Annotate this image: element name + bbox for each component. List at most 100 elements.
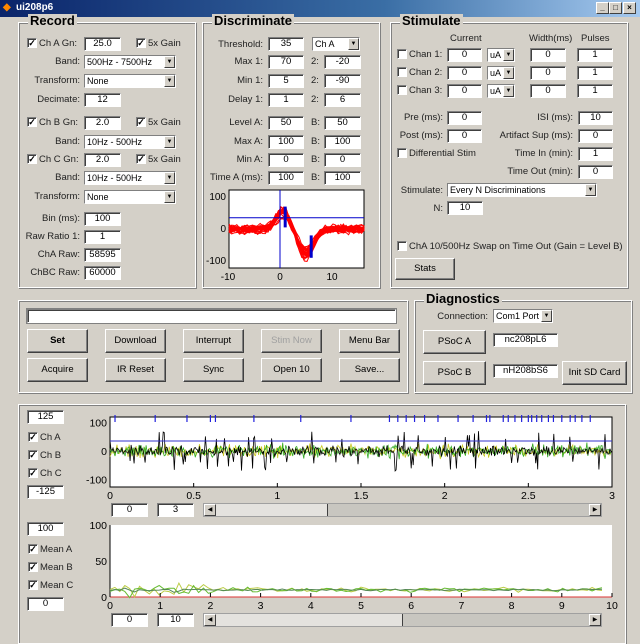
field-psoc-a[interactable]: nc208pL6 <box>493 333 558 347</box>
set-button[interactable]: Set <box>27 329 88 353</box>
field-artifact-sup[interactable]: 0 <box>578 129 613 143</box>
checkbox-differential-stim[interactable] <box>397 148 407 158</box>
checkbox-chan-2[interactable] <box>397 67 407 77</box>
field-raw-plot-to[interactable]: 3 <box>157 503 194 517</box>
field-discrim-a[interactable]: 70 <box>268 55 304 69</box>
field-width-chan-3[interactable]: 0 <box>530 84 566 98</box>
sync-button[interactable]: Sync <box>183 358 244 382</box>
select-stimulate-mode[interactable]: Every N Discriminations ▼ <box>447 183 597 197</box>
save-button[interactable]: Save... <box>339 358 400 382</box>
field-mean-plot-to[interactable]: 10 <box>157 613 194 627</box>
scroll-right-arrow-icon[interactable]: ▶ <box>589 614 601 626</box>
checkbox-mean-b[interactable]: ✓ <box>28 562 38 572</box>
psoc-b-button[interactable]: PSoC B <box>423 361 486 385</box>
field-discrim-a[interactable]: 100 <box>268 135 304 149</box>
field-time-out[interactable]: 0 <box>578 165 613 179</box>
checkbox-ch-c[interactable]: ✓ <box>28 468 38 478</box>
field-pulses-chan-1[interactable]: 1 <box>577 48 613 62</box>
field-raw-ratio[interactable]: 1 <box>84 230 121 244</box>
open-10-button[interactable]: Open 10 <box>261 358 322 382</box>
checkbox-ch-a[interactable]: ✓ <box>28 432 38 442</box>
field-mean-plot-ymax[interactable]: 100 <box>27 522 64 536</box>
field-raw-plot-ymin[interactable]: -125 <box>27 485 64 499</box>
psoc-a-button[interactable]: PSoC A <box>423 330 486 354</box>
field-psoc-b[interactable]: nH208bS6 <box>493 364 558 378</box>
field-decimate[interactable]: 12 <box>84 93 121 107</box>
field-discrim-a[interactable]: 0 <box>268 153 304 167</box>
chevron-down-icon[interactable]: ▼ <box>541 310 552 322</box>
field-isi[interactable]: 10 <box>578 111 613 125</box>
download-button[interactable]: Download <box>105 329 166 353</box>
field-width-chan-2[interactable]: 0 <box>530 66 566 80</box>
select-connection[interactable]: Com1 Port ▼ <box>493 309 553 323</box>
field-time-in[interactable]: 1 <box>578 147 613 161</box>
close-button[interactable]: × <box>623 2 636 14</box>
field-cha-raw[interactable]: 58595 <box>84 248 121 262</box>
chevron-down-icon[interactable]: ▼ <box>348 38 359 50</box>
field-discrim-a[interactable]: 50 <box>268 116 304 130</box>
chevron-down-icon[interactable]: ▼ <box>585 184 596 196</box>
scroll-thumb[interactable] <box>216 504 328 516</box>
chevron-down-icon[interactable]: ▼ <box>164 191 175 203</box>
field-pulses-chan-2[interactable]: 1 <box>577 66 613 80</box>
maximize-button[interactable]: □ <box>609 2 622 14</box>
field-width-chan-1[interactable]: 0 <box>530 48 566 62</box>
field-current-chan-2[interactable]: 0 <box>447 66 482 80</box>
field-current-chan-3[interactable]: 0 <box>447 84 482 98</box>
select-threshold-channel[interactable]: Ch A ▼ <box>312 37 360 51</box>
field-discrim-a[interactable]: 1 <box>268 93 304 107</box>
select-transform-c[interactable]: None ▼ <box>84 190 176 204</box>
scroll-right-arrow-icon[interactable]: ▶ <box>589 504 601 516</box>
checkbox-ch-b[interactable]: ✓ <box>28 450 38 460</box>
stats-button[interactable]: Stats <box>395 258 455 280</box>
minimize-button[interactable]: _ <box>596 2 609 14</box>
field-current-chan-1[interactable]: 0 <box>447 48 482 62</box>
scroll-left-arrow-icon[interactable]: ◀ <box>204 504 216 516</box>
stim-now-button[interactable]: Stim Now <box>261 329 322 353</box>
chevron-down-icon[interactable]: ▼ <box>503 85 514 97</box>
field-raw-plot-ymax[interactable]: 125 <box>27 410 64 424</box>
raw-plot-scrollbar[interactable]: ◀ ▶ <box>203 503 602 517</box>
scroll-thumb[interactable] <box>216 614 403 626</box>
acquire-button[interactable]: Acquire <box>27 358 88 382</box>
field-discrim-b[interactable]: 100 <box>324 171 361 185</box>
field-bin[interactable]: 100 <box>84 212 121 226</box>
label-isi: ISI (ms): <box>537 112 573 123</box>
field-chbc-raw[interactable]: 60000 <box>84 266 121 280</box>
window-title: ui208p6 <box>16 2 54 13</box>
select-unit-chan-3[interactable]: uA ▼ <box>487 84 515 98</box>
field-discrim-b[interactable]: 0 <box>324 153 361 167</box>
menu-bar-button[interactable]: Menu Bar <box>339 329 400 353</box>
interrupt-button[interactable]: Interrupt <box>183 329 244 353</box>
field-threshold[interactable]: 35 <box>268 37 304 51</box>
field-discrim-b[interactable]: 6 <box>324 93 361 107</box>
chevron-down-icon[interactable]: ▼ <box>503 67 514 79</box>
init-sd-card-button[interactable]: Init SD Card <box>562 361 627 385</box>
field-raw-plot-from[interactable]: 0 <box>111 503 148 517</box>
scroll-left-arrow-icon[interactable]: ◀ <box>204 614 216 626</box>
field-discrim-a[interactable]: 100 <box>268 171 304 185</box>
select-unit-chan-2[interactable]: uA ▼ <box>487 66 515 80</box>
checkbox-chan-3[interactable] <box>397 85 407 95</box>
checkbox-mean-c[interactable]: ✓ <box>28 580 38 590</box>
field-mean-plot-from[interactable]: 0 <box>111 613 148 627</box>
field-mean-plot-ymin[interactable]: 0 <box>27 597 64 611</box>
field-ch_b-gain[interactable]: 2.0 <box>84 116 121 130</box>
field-ch_c-gain[interactable]: 2.0 <box>84 153 121 167</box>
mean-plot-scrollbar[interactable]: ◀ ▶ <box>203 613 602 627</box>
checkbox-ch_b[interactable]: ✓ <box>27 117 37 127</box>
field-discrim-a[interactable]: 5 <box>268 74 304 88</box>
field-ch_a-gain[interactable]: 25.0 <box>84 37 121 51</box>
field-discrim-b[interactable]: -90 <box>324 74 361 88</box>
chevron-down-icon[interactable]: ▼ <box>503 49 514 61</box>
checkbox-ch_a[interactable]: ✓ <box>27 38 37 48</box>
field-n[interactable]: 10 <box>447 201 483 215</box>
checkbox-ch_c[interactable]: ✓ <box>27 154 37 164</box>
field-discrim-b[interactable]: -20 <box>324 55 361 69</box>
checkbox-mean-a[interactable]: ✓ <box>28 544 38 554</box>
ir-reset-button[interactable]: IR Reset <box>105 358 166 382</box>
checkbox-swap-on-timeout[interactable] <box>397 241 407 251</box>
field-pulses-chan-3[interactable]: 1 <box>577 84 613 98</box>
checkbox-chan-1[interactable] <box>397 49 407 59</box>
select-unit-chan-1[interactable]: uA ▼ <box>487 48 515 62</box>
